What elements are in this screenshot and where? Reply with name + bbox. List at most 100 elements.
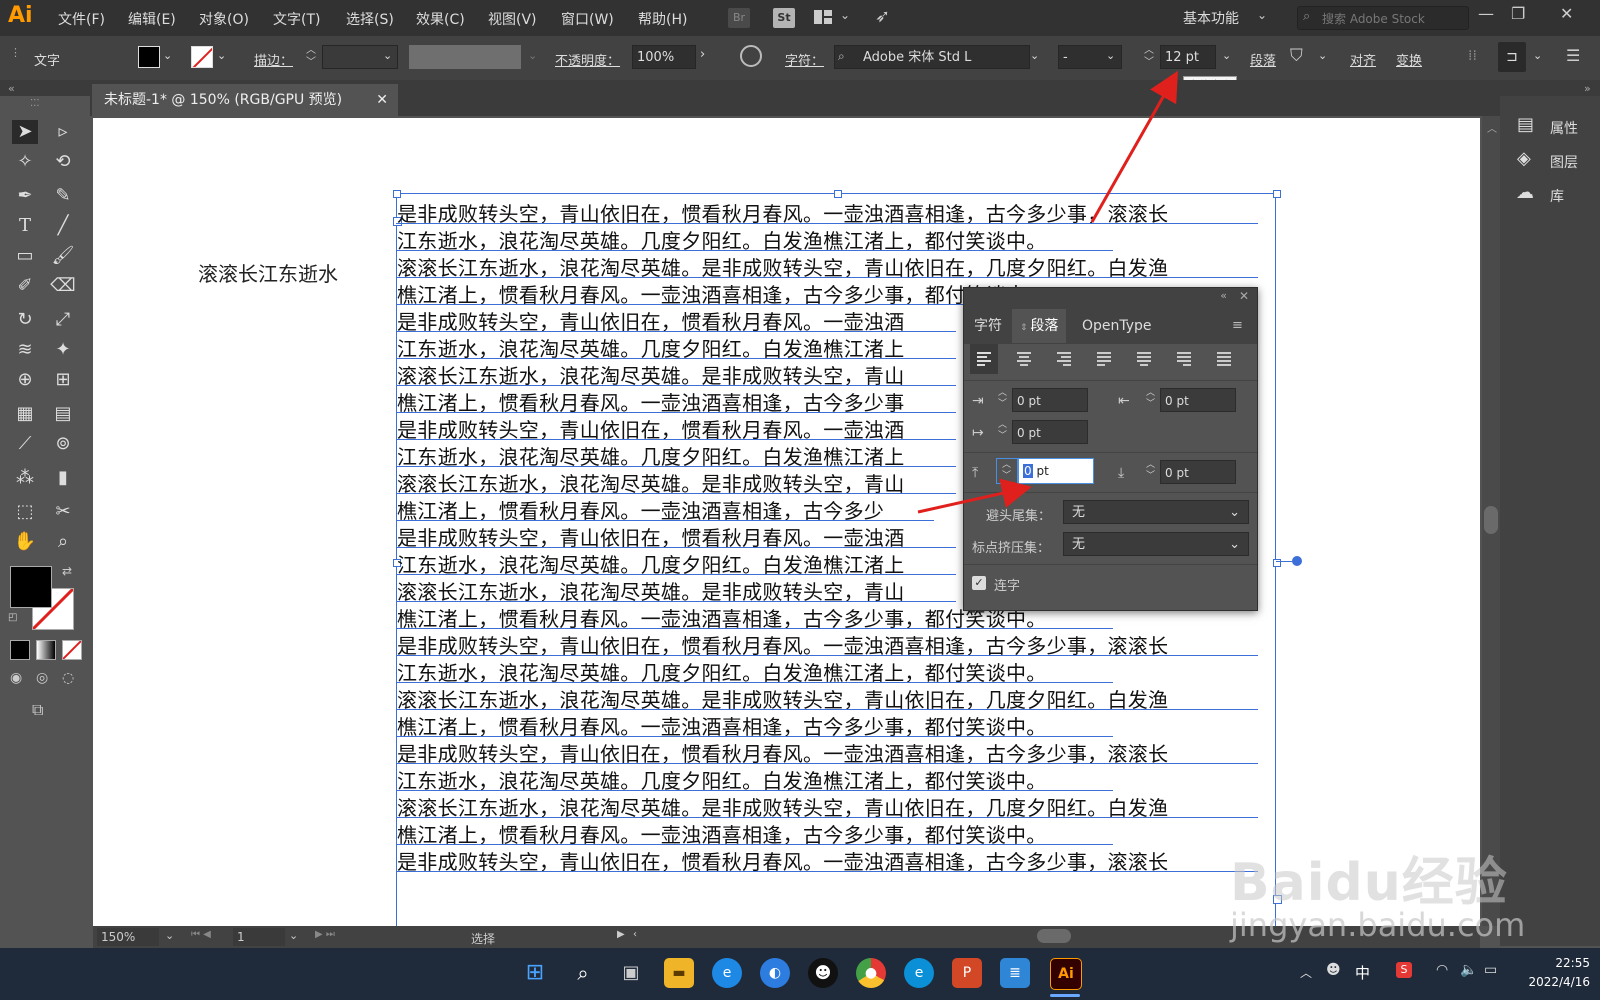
transform-link[interactable]: 变换 xyxy=(1396,50,1422,69)
puppet-warp-tool-icon[interactable]: ✦ xyxy=(50,338,76,362)
panel-header[interactable]: « ✕ xyxy=(964,288,1257,308)
opacity-field[interactable]: 100% xyxy=(632,45,696,69)
justify-all-button[interactable] xyxy=(1210,344,1238,378)
chevron-down-icon[interactable]: ⌄ xyxy=(289,929,298,942)
align-link[interactable]: 对齐 xyxy=(1350,50,1376,69)
chevron-right-icon[interactable]: › xyxy=(700,47,705,62)
blend-tool-icon[interactable]: ⊚ xyxy=(50,432,76,456)
tab-character[interactable]: 字符 xyxy=(966,309,1010,343)
chevron-down-icon[interactable]: ⌄ xyxy=(1257,8,1267,22)
left-indent-stepper[interactable]: ︿ ﹀ xyxy=(998,388,1007,410)
properties-icon[interactable]: ▤ xyxy=(1517,114,1534,135)
menu-object[interactable]: 对象(O) xyxy=(199,9,249,29)
menu-view[interactable]: 视图(V) xyxy=(488,9,537,29)
chrome-icon[interactable]: ● xyxy=(856,958,886,988)
eyedropper-tool-icon[interactable]: ⟋ xyxy=(12,432,38,456)
lasso-tool-icon[interactable]: ⟲ xyxy=(50,150,76,174)
eraser-tool-icon[interactable]: ⌫ xyxy=(50,274,76,298)
align-center-button[interactable] xyxy=(1010,344,1038,378)
stock-search-field[interactable]: ⌕ 搜索 Adobe Stock xyxy=(1297,6,1469,30)
clock-date[interactable]: 2022/4/16 xyxy=(1524,975,1590,989)
glyph-icon[interactable]: ⛉ xyxy=(1290,46,1303,66)
paintbrush-tool-icon[interactable]: 🖌 xyxy=(50,244,76,268)
space-after-stepper[interactable]: ︿ ﹀ xyxy=(1146,460,1155,482)
symbol-sprayer-tool-icon[interactable]: ⁂ xyxy=(12,466,38,490)
fill-swatch[interactable] xyxy=(138,46,160,68)
panel-menu-icon[interactable]: ☰ xyxy=(1566,46,1580,65)
font-size-stepper[interactable]: ︿ ﹀ xyxy=(1144,45,1154,69)
volume-icon[interactable]: 🔈 xyxy=(1460,962,1477,978)
document-tab[interactable]: 未标题-1* @ 150% (RGB/GPU 预览) ✕ xyxy=(92,84,398,116)
curvature-tool-icon[interactable]: ✎ xyxy=(50,184,76,208)
tab-opentype[interactable]: OpenType xyxy=(1074,309,1160,343)
swap-fill-stroke-icon[interactable]: ⇄ xyxy=(62,564,72,578)
vertical-scrollbar[interactable] xyxy=(1482,116,1500,926)
qq-tray-icon[interactable]: ☻ xyxy=(1326,962,1341,978)
draw-behind-icon[interactable]: ◎ xyxy=(36,670,48,686)
first-line-indent-stepper[interactable]: ︿ ﹀ xyxy=(998,420,1007,442)
scroll-left-icon[interactable]: ‹ xyxy=(633,929,637,940)
right-indent-stepper[interactable]: ︿ ﹀ xyxy=(1146,388,1155,410)
chevron-down-icon[interactable]: ⌄ xyxy=(1106,49,1115,62)
point-text-heading[interactable]: 滚滚长江东逝水 xyxy=(198,258,338,287)
screenshot-app-icon[interactable]: ◐ xyxy=(760,958,790,988)
ime-indicator[interactable]: 中 xyxy=(1355,962,1370,983)
selection-tool-icon[interactable]: ➤ xyxy=(12,120,38,144)
menu-file[interactable]: 文件(F) xyxy=(58,9,105,29)
space-before-stepper[interactable]: ︿ ﹀ xyxy=(996,458,1018,484)
shaper-tool-icon[interactable]: ✐ xyxy=(12,274,38,298)
line-tool-icon[interactable]: ╱ xyxy=(50,214,76,238)
stroke-swatch[interactable] xyxy=(191,46,213,68)
justify-right-button[interactable] xyxy=(1170,344,1198,378)
hyphenate-checkbox[interactable]: ✓ xyxy=(972,576,986,590)
align-left-button[interactable] xyxy=(970,344,998,374)
collapse-left-icon[interactable]: « xyxy=(8,82,15,95)
artboard-tool-icon[interactable]: ⬚ xyxy=(12,500,38,524)
qq-icon[interactable]: ☻ xyxy=(808,958,838,988)
zoom-tool-icon[interactable]: ⌕ xyxy=(50,530,76,554)
magic-wand-tool-icon[interactable]: ✧ xyxy=(12,150,38,174)
paragraph-link[interactable]: 段落 xyxy=(1250,50,1276,69)
panel-properties[interactable]: 属性 xyxy=(1550,118,1578,138)
right-indent-field[interactable]: 0 pt xyxy=(1160,388,1236,412)
menu-type[interactable]: 文字(T) xyxy=(273,9,320,29)
search-icon[interactable]: ⌕ xyxy=(568,958,598,988)
space-before-field[interactable]: 0 pt xyxy=(1018,458,1094,484)
sogou-tray-icon[interactable]: S xyxy=(1396,962,1412,978)
menu-help[interactable]: 帮助(H) xyxy=(638,9,687,29)
menu-window[interactable]: 窗口(W) xyxy=(561,9,614,29)
menu-edit[interactable]: 编辑(E) xyxy=(128,9,176,29)
powerpoint-icon[interactable]: P xyxy=(952,958,982,988)
hand-tool-icon[interactable]: ✋ xyxy=(12,530,38,554)
recolor-artwork-icon[interactable] xyxy=(740,45,762,67)
tab-paragraph[interactable]: ⇕ 段落 xyxy=(1012,309,1067,343)
warp-tool-icon[interactable]: ≋ xyxy=(12,338,38,362)
scrollbar-thumb[interactable] xyxy=(1484,506,1498,534)
notepad-icon[interactable]: ≣ xyxy=(1000,958,1030,988)
feather-icon[interactable]: ➶ xyxy=(875,6,890,27)
direct-selection-tool-icon[interactable]: ▹ xyxy=(50,120,76,144)
draw-normal-icon[interactable]: ◉ xyxy=(10,670,22,686)
font-family-field[interactable]: Adobe 宋体 Std L xyxy=(834,45,1030,69)
scale-tool-icon[interactable]: ⤢ xyxy=(50,308,76,332)
font-size-field[interactable]: 12 pt xyxy=(1160,45,1216,69)
default-fill-stroke-icon[interactable]: ◰ xyxy=(8,612,17,623)
perspective-grid-tool-icon[interactable]: ⊞ xyxy=(50,368,76,392)
bounding-handle[interactable] xyxy=(1273,190,1281,198)
chevron-down-icon[interactable]: ⌄ xyxy=(383,49,392,62)
stroke-label[interactable]: 描边： xyxy=(254,50,293,69)
justify-left-button[interactable] xyxy=(1090,344,1118,378)
close-tab-icon[interactable]: ✕ xyxy=(376,84,388,116)
first-artboard-icon[interactable]: ⏮ ◀ xyxy=(191,929,211,940)
status-menu-icon[interactable]: ▶ xyxy=(617,929,625,940)
color-mode-icon[interactable] xyxy=(10,640,30,660)
chevron-up-icon[interactable]: ︿ xyxy=(1487,120,1497,135)
kinsoku-select[interactable]: 无 ⌄ xyxy=(1063,500,1249,524)
chevron-down-icon[interactable]: ⌄ xyxy=(840,8,850,22)
close-button[interactable]: ✕ xyxy=(1560,4,1573,23)
layers-icon[interactable]: ◈ xyxy=(1517,148,1531,169)
clock-time[interactable]: 22:55 xyxy=(1534,956,1590,970)
arrange-documents-icon[interactable] xyxy=(813,9,833,25)
panel-layers[interactable]: 图层 xyxy=(1550,152,1578,172)
chevron-down-icon[interactable]: ⌄ xyxy=(217,49,226,62)
